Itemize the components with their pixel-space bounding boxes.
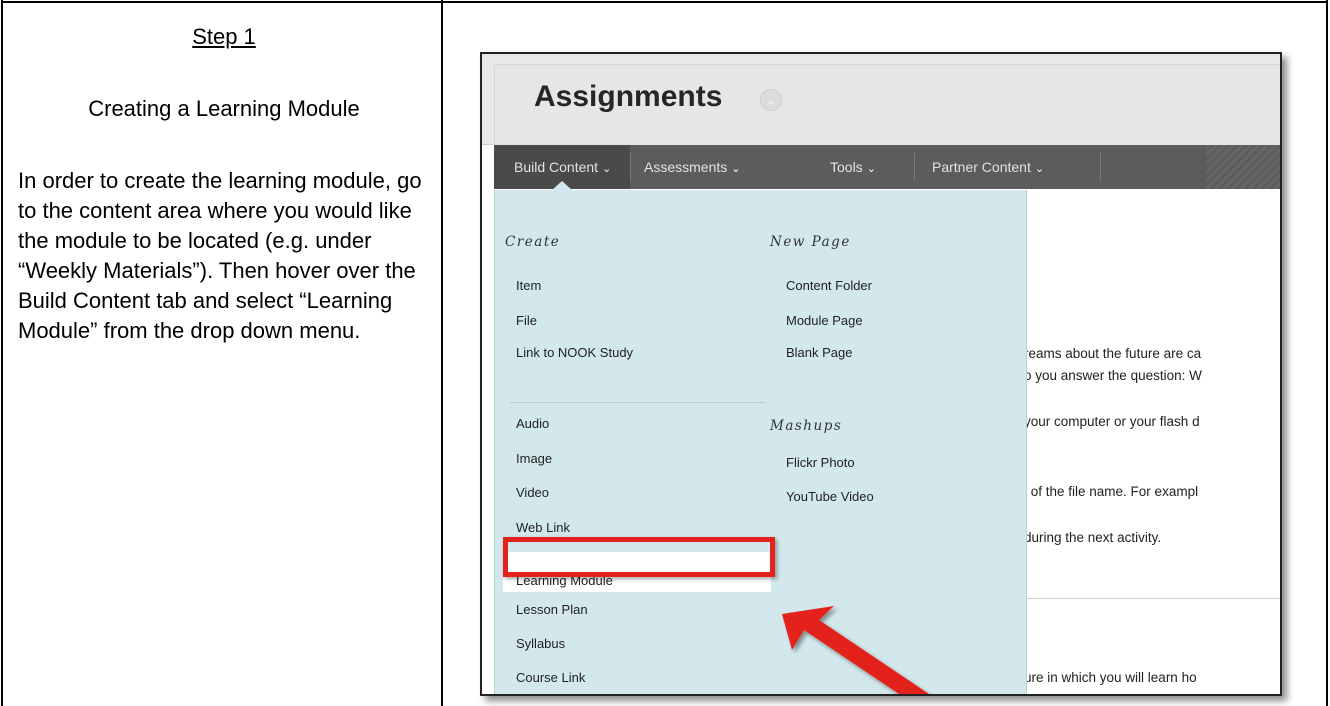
red-arrow-icon — [782, 606, 930, 694]
table-border-right — [1326, 0, 1328, 706]
lms-screenshot: Assignments ⌄ Build Content ⌄ Assessments… — [480, 52, 1282, 696]
step-title: Step 1 — [192, 24, 256, 49]
instruction-table: Step 1 Creating a Learning Module In ord… — [0, 0, 1330, 706]
section-title: Creating a Learning Module — [88, 96, 360, 121]
instruction-text: In order to create the learning module, … — [18, 168, 422, 343]
step-description-cell: Step 1 Creating a Learning Module In ord… — [8, 2, 440, 702]
table-divider — [441, 0, 443, 706]
table-border-left — [1, 0, 3, 706]
